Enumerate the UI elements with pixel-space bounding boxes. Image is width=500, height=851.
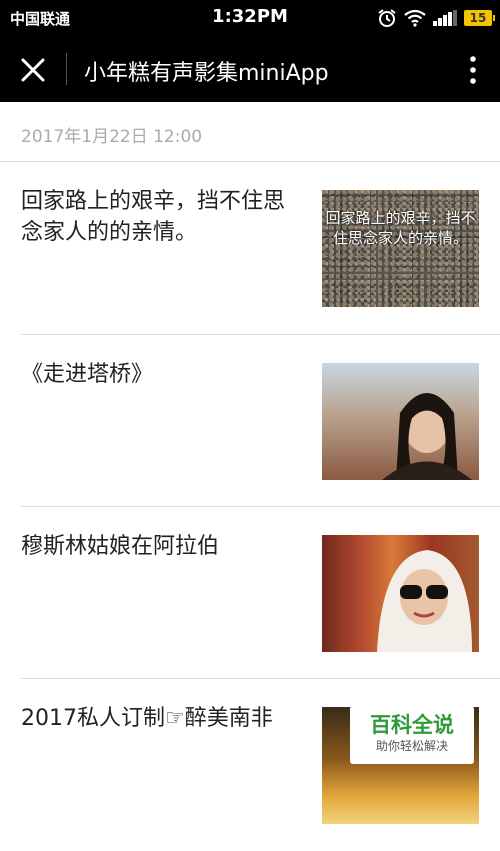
signal-icon (433, 10, 457, 26)
page-title: 小年糕有声影集miniApp (84, 61, 329, 86)
close-icon[interactable] (18, 55, 48, 85)
list-item[interactable]: 穆斯林姑娘在阿拉伯 (21, 507, 479, 679)
list-item[interactable]: 2017私人订制☞醉美南非 (21, 679, 479, 851)
battery-icon: 15 (464, 10, 495, 26)
thumbnail-caption: 回家路上的艰辛，挡不住思念家人的亲情。 (325, 209, 476, 247)
article-thumbnail (322, 363, 479, 480)
article-thumbnail (322, 535, 479, 652)
article-title: 回家路上的艰辛，挡不住思念家人的的亲情。 (21, 189, 286, 245)
alarm-icon (377, 8, 397, 28)
watermark-title: 百科全说 (370, 713, 454, 737)
watermark-logo: 百科全说 助你轻松解决 (350, 706, 474, 764)
date-header: 2017年1月22日 12:00 (0, 102, 500, 162)
list-item[interactable]: 《走进塔桥》 (21, 335, 479, 507)
status-icons: 15 (377, 6, 495, 30)
article-title: 穆斯林姑娘在阿拉伯 (21, 534, 220, 559)
status-bar: 中国联通 1:32PM 15 (0, 0, 500, 36)
wifi-icon (404, 9, 426, 27)
watermark-subtitle: 助你轻松解决 (375, 739, 448, 753)
more-vertical-icon[interactable] (466, 55, 480, 85)
article-title: 《走进塔桥》 (21, 362, 154, 387)
list-item[interactable]: 回家路上的艰辛，挡不住思念家人的的亲情。 回家路上的艰辛，挡不住思念家人的亲情。 (21, 162, 479, 334)
article-thumbnail: 回家路上的艰辛，挡不住思念家人的亲情。 (322, 190, 479, 307)
article-title: 2017私人订制☞醉美南非 (21, 706, 273, 731)
publish-date: 2017年1月22日 12:00 (21, 127, 203, 147)
nav-bar: 小年糕有声影集miniApp (0, 36, 500, 102)
nav-divider (66, 53, 67, 85)
